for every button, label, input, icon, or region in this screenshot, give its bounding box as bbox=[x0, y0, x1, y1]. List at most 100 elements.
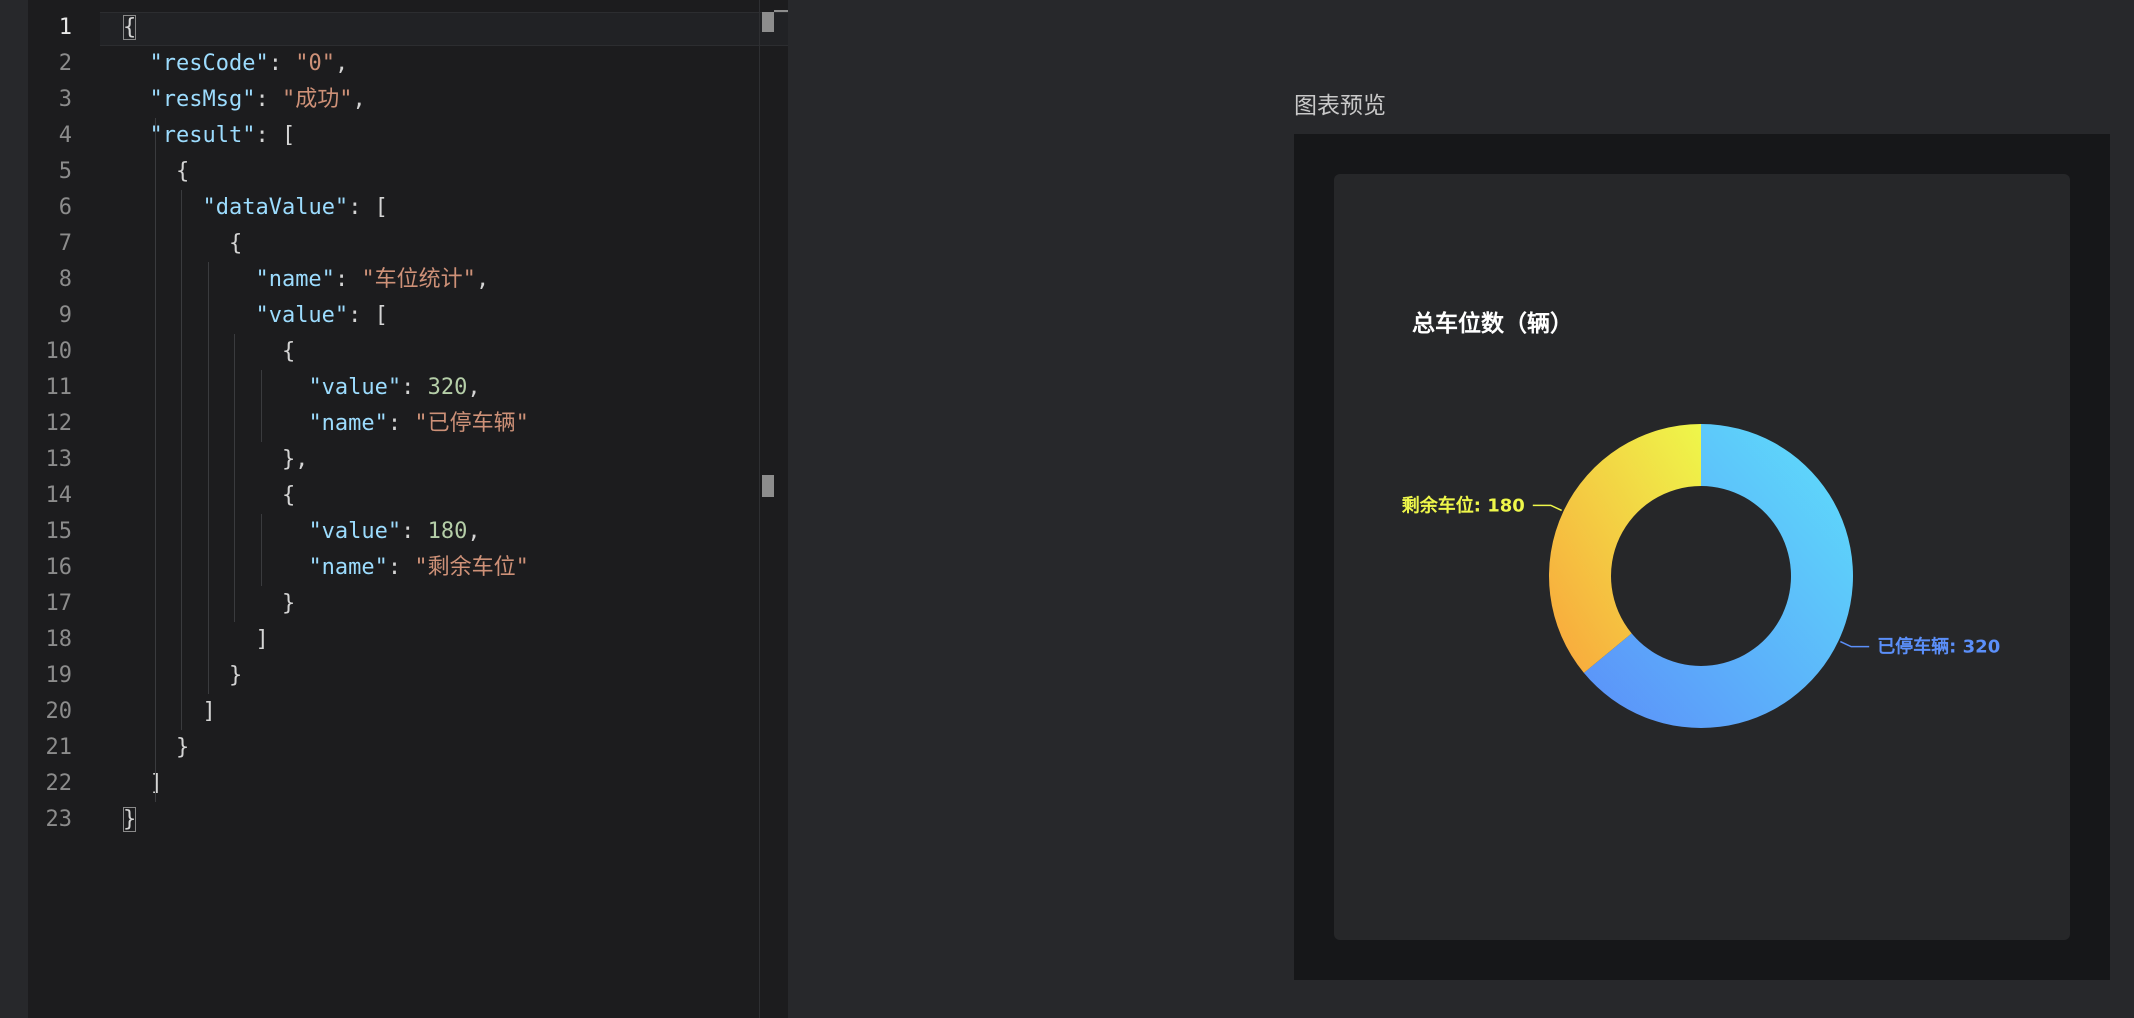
chart-preview-panel: 总车位数（辆） 已停车辆: 320 剩余车位: 180 bbox=[1294, 134, 2110, 980]
donut-chart: 已停车辆: 320 剩余车位: 180 bbox=[1402, 424, 2000, 729]
line-number: 2 bbox=[58, 51, 72, 76]
scrollbar-marker-top[interactable] bbox=[762, 12, 774, 32]
json-punctuation: : bbox=[268, 51, 296, 76]
json-punctuation: : [ bbox=[348, 303, 388, 328]
line-number: 6 bbox=[58, 195, 72, 220]
json-key: "dataValue" bbox=[202, 195, 349, 220]
code-line[interactable]: ] bbox=[123, 622, 268, 658]
json-punctuation bbox=[123, 411, 308, 436]
json-string: "成功" bbox=[281, 87, 353, 112]
chart-preview-heading: 图表预览 bbox=[1294, 93, 1386, 119]
pie-slice-remaining[interactable] bbox=[1549, 424, 1701, 673]
code-line[interactable]: { bbox=[123, 334, 295, 370]
json-punctuation: } bbox=[123, 663, 243, 688]
data-label: 剩余车位: 180 bbox=[1402, 494, 1525, 516]
label-leader-line bbox=[1840, 640, 1870, 648]
json-punctuation: } bbox=[123, 591, 296, 616]
data-label: 已停车辆: 320 bbox=[1877, 636, 2000, 658]
json-punctuation: { bbox=[123, 159, 190, 184]
json-code-area[interactable]: { "resCode": "0", "resMsg": "成功", "resul… bbox=[123, 0, 783, 1018]
json-number: 180 bbox=[427, 519, 468, 544]
line-number: 5 bbox=[58, 159, 72, 184]
code-line[interactable]: } bbox=[123, 586, 295, 622]
json-punctuation bbox=[123, 267, 255, 292]
line-number: 1 bbox=[58, 15, 72, 40]
code-line[interactable]: "dataValue": [ bbox=[123, 190, 388, 226]
json-punctuation bbox=[123, 87, 150, 112]
json-punctuation: { bbox=[123, 231, 243, 256]
line-number: 11 bbox=[45, 375, 73, 400]
json-string: "车位统计" bbox=[361, 267, 476, 292]
json-key: "name" bbox=[308, 411, 388, 436]
json-punctuation: : [ bbox=[255, 123, 296, 148]
code-line[interactable]: "result": [ bbox=[123, 118, 296, 154]
code-line[interactable]: ] bbox=[123, 694, 215, 730]
code-line[interactable]: { bbox=[123, 478, 295, 514]
code-line[interactable]: }, bbox=[123, 442, 309, 478]
json-punctuation: , bbox=[334, 51, 349, 76]
json-key: "name" bbox=[255, 267, 335, 292]
json-string: "0" bbox=[295, 51, 335, 76]
line-number-gutter: 1 2 3 4 5 6 7 8 9 10 11 12 13 14 15 16 17 18 19 20 21 22 23 bbox=[28, 0, 100, 1018]
code-line[interactable]: ] bbox=[123, 766, 162, 802]
code-line[interactable]: "resCode": "0", bbox=[123, 46, 349, 82]
overview-ruler-top bbox=[774, 10, 788, 12]
json-punctuation: , bbox=[352, 87, 366, 112]
json-punctuation: : [ bbox=[348, 195, 388, 220]
code-line[interactable]: "value": 180, bbox=[123, 514, 481, 550]
line-number: 8 bbox=[58, 267, 72, 292]
json-key: "resMsg" bbox=[149, 87, 256, 112]
code-line[interactable]: "value": [ bbox=[123, 298, 388, 334]
json-number: 320 bbox=[427, 375, 468, 400]
json-key: "value" bbox=[308, 375, 402, 400]
json-punctuation bbox=[123, 519, 308, 544]
chart-card: 总车位数（辆） 已停车辆: 320 剩余车位: 180 bbox=[1334, 174, 2070, 940]
json-key: "resCode" bbox=[149, 51, 269, 76]
code-line[interactable]: "name": "已停车辆" bbox=[123, 406, 528, 442]
json-key: "result" bbox=[149, 123, 256, 148]
code-line[interactable]: "name": "车位统计", bbox=[123, 262, 489, 298]
line-number: 14 bbox=[45, 483, 73, 508]
json-punctuation: : bbox=[334, 267, 362, 292]
code-line[interactable]: } bbox=[123, 658, 242, 694]
line-number: 19 bbox=[45, 663, 73, 688]
json-punctuation: } bbox=[123, 735, 190, 760]
json-punctuation: : bbox=[387, 411, 415, 436]
code-line[interactable]: } bbox=[123, 802, 137, 838]
json-punctuation bbox=[123, 123, 150, 148]
line-number: 17 bbox=[45, 591, 73, 616]
code-line[interactable]: { bbox=[123, 154, 189, 190]
json-punctuation bbox=[123, 555, 308, 580]
indent-guide bbox=[260, 514, 262, 586]
json-key: "name" bbox=[308, 555, 388, 580]
json-punctuation: { bbox=[123, 339, 296, 364]
json-punctuation bbox=[123, 375, 308, 400]
indent-guide bbox=[260, 370, 262, 442]
code-editor[interactable]: 1 2 3 4 5 6 7 8 9 10 11 12 13 14 15 16 17 18 19 20 21 22 23 { … bbox=[28, 0, 788, 1018]
line-number: 21 bbox=[45, 735, 73, 760]
json-punctuation: : bbox=[401, 519, 428, 544]
line-number: 4 bbox=[58, 123, 72, 148]
json-punctuation: } bbox=[123, 807, 137, 832]
minimap-divider bbox=[759, 0, 760, 1018]
line-number: 9 bbox=[58, 303, 72, 328]
indent-guide bbox=[181, 190, 182, 730]
json-punctuation bbox=[123, 51, 150, 76]
line-number: 7 bbox=[58, 231, 72, 256]
json-punctuation: { bbox=[123, 483, 296, 508]
code-line[interactable]: "resMsg": "成功", bbox=[123, 82, 366, 118]
indent-guide bbox=[207, 262, 209, 694]
json-key: "value" bbox=[308, 519, 402, 544]
code-line[interactable]: } bbox=[123, 730, 189, 766]
code-line[interactable]: "name": "剩余车位" bbox=[123, 550, 528, 586]
code-line[interactable]: { bbox=[123, 10, 137, 46]
json-punctuation: , bbox=[467, 519, 481, 544]
line-number: 20 bbox=[45, 699, 73, 724]
label-leader-line bbox=[1532, 504, 1562, 512]
json-punctuation: : bbox=[401, 375, 428, 400]
code-line[interactable]: { bbox=[123, 226, 242, 262]
scrollbar-thumb[interactable] bbox=[762, 475, 774, 497]
code-line[interactable]: "value": 320, bbox=[123, 370, 480, 406]
json-key: "value" bbox=[255, 303, 349, 328]
line-number: 22 bbox=[45, 771, 73, 796]
